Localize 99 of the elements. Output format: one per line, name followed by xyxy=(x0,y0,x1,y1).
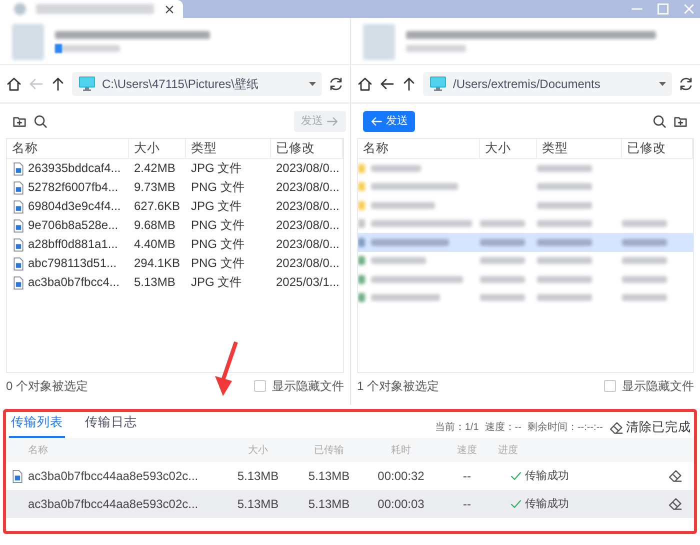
file-date: 2023/08/0... xyxy=(275,255,340,272)
file-icon xyxy=(12,218,25,232)
remaining-time: 剩余时间：--:--:-- xyxy=(527,420,603,435)
eraser-icon xyxy=(609,420,623,434)
speed-value: -- xyxy=(462,468,472,485)
tab[interactable]: 传输日志 xyxy=(83,411,139,438)
monitor-icon xyxy=(78,75,96,92)
file-size: 294.1KB xyxy=(133,255,182,272)
refresh-button[interactable] xyxy=(678,76,694,92)
speed-value: -- xyxy=(462,496,472,513)
selection-status: 1 个对象被选定 xyxy=(357,378,440,395)
file-size: 5.13MB xyxy=(236,468,280,485)
caret-icon xyxy=(659,82,666,86)
column-header[interactable]: 大小 xyxy=(129,139,186,158)
file-name[interactable]: 263935bddcaf4... xyxy=(28,159,121,178)
column-header: 耗时 xyxy=(390,444,412,458)
monitor-icon xyxy=(429,75,447,92)
file-icon xyxy=(12,238,25,252)
column-header[interactable]: 已修改 xyxy=(622,139,693,158)
file-icon xyxy=(12,162,25,176)
show-hidden-checkbox[interactable]: 显示隐藏文件 xyxy=(254,377,344,395)
blurred-tab-icon xyxy=(14,3,26,15)
file-size: 627.6KB xyxy=(133,198,182,215)
up-button[interactable] xyxy=(50,76,66,92)
transferred-size: 5.13MB xyxy=(307,496,351,513)
file-size: 5.13MB xyxy=(236,496,280,513)
file-type: JPG 文件 xyxy=(190,160,243,177)
clear-completed-button[interactable]: 清除已完成 xyxy=(609,420,691,434)
transfer-row[interactable]: ac3ba0b7fbcc44aa8e593c02c... 5.13MB 5.13MB 00:00:32 -- 传输成功 xyxy=(6,462,694,490)
check-icon xyxy=(510,498,522,510)
column-header: 进度 xyxy=(498,444,519,458)
path-field[interactable]: /Users/extremis/Documents xyxy=(423,72,672,96)
blurred-text xyxy=(406,45,466,52)
file-type: JPG 文件 xyxy=(190,198,243,215)
file-type: PNG 文件 xyxy=(190,217,246,234)
column-header: 已传输 xyxy=(313,444,345,458)
file-name: ac3ba0b7fbcc44aa8e593c02c... xyxy=(28,496,200,513)
file-name[interactable]: abc798113d51... xyxy=(28,254,117,273)
selection-status: 0 个对象被选定 xyxy=(6,378,90,395)
file-size: 9.73MB xyxy=(133,179,176,196)
column-header[interactable]: 名称 xyxy=(7,139,129,158)
transferred-size: 5.13MB xyxy=(307,468,351,485)
file-date: 2023/08/0... xyxy=(275,236,340,253)
column-header: 大小 xyxy=(247,444,269,458)
file-date: 2025/03/1... xyxy=(275,274,340,291)
home-button[interactable] xyxy=(6,76,22,92)
file-type: PNG 文件 xyxy=(190,255,246,272)
caret-icon xyxy=(309,82,316,86)
file-date: 2023/08/0... xyxy=(275,179,340,196)
close-icon[interactable] xyxy=(164,4,175,14)
column-header[interactable]: 已修改 xyxy=(271,139,343,158)
file-name: ac3ba0b7fbcc44aa8e593c02c... xyxy=(28,468,200,485)
column-header[interactable]: 类型 xyxy=(186,139,271,158)
file-icon xyxy=(12,180,25,194)
check-icon xyxy=(510,470,522,482)
path-field[interactable]: C:\Users\47115\Pictures\壁纸 xyxy=(72,72,322,96)
blurred-avatar xyxy=(363,24,395,60)
transfer-status: 传输成功 xyxy=(525,496,569,512)
file-name[interactable]: a28bff0d881a1... xyxy=(28,235,118,254)
blurred-avatar xyxy=(12,24,44,60)
file-name[interactable]: 52782f6007fb4... xyxy=(28,178,118,197)
file-size: 2.42MB xyxy=(133,160,176,177)
transfer-status: 传输成功 xyxy=(525,468,569,484)
file-type: JPG 文件 xyxy=(190,274,243,291)
speed-status: 速度：-- xyxy=(484,420,522,435)
elapsed-time: 00:00:32 xyxy=(376,468,426,485)
file-name[interactable]: ac3ba0b7fbcc4... xyxy=(28,273,120,292)
file-date: 2023/08/0... xyxy=(275,198,340,215)
up-button[interactable] xyxy=(401,76,417,92)
file-size: 5.13MB xyxy=(133,274,176,291)
column-header[interactable]: 名称 xyxy=(358,139,480,158)
file-size: 9.68MB xyxy=(133,217,176,234)
file-name[interactable]: 69804d3e9c4f4... xyxy=(28,197,121,216)
show-hidden-checkbox[interactable]: 显示隐藏文件 xyxy=(604,377,694,395)
refresh-button[interactable] xyxy=(328,76,344,92)
search-icon[interactable] xyxy=(33,114,48,128)
file-type: PNG 文件 xyxy=(190,236,246,253)
arrow-left-icon xyxy=(370,114,383,128)
file-icon xyxy=(12,276,25,290)
send-button[interactable]: 发送 xyxy=(363,110,415,132)
elapsed-time: 00:00:03 xyxy=(376,496,426,513)
column-header: 名称 xyxy=(28,444,49,458)
column-header: 速度 xyxy=(456,444,478,458)
file-icon xyxy=(10,468,24,484)
file-name[interactable]: 9e706b8a528e... xyxy=(28,216,118,235)
file-type: PNG 文件 xyxy=(190,179,246,196)
file-icon xyxy=(12,256,25,270)
arrow-right-icon xyxy=(326,114,339,128)
column-header[interactable]: 大小 xyxy=(480,139,537,158)
file-icon xyxy=(12,200,25,214)
transfer-row[interactable]: ac3ba0b7fbcc44aa8e593c02c... 5.13MB 5.13MB 00:00:03 -- 传输成功 xyxy=(6,490,694,518)
file-size: 4.40MB xyxy=(133,236,176,253)
current-status: 当前：1/1 xyxy=(434,420,479,435)
home-button[interactable] xyxy=(357,76,373,92)
file-date: 2023/08/0... xyxy=(275,160,340,177)
search-icon[interactable] xyxy=(652,114,667,128)
file-date: 2023/08/0... xyxy=(275,217,340,234)
column-header[interactable]: 类型 xyxy=(537,139,622,158)
blurred-mark xyxy=(55,44,62,53)
